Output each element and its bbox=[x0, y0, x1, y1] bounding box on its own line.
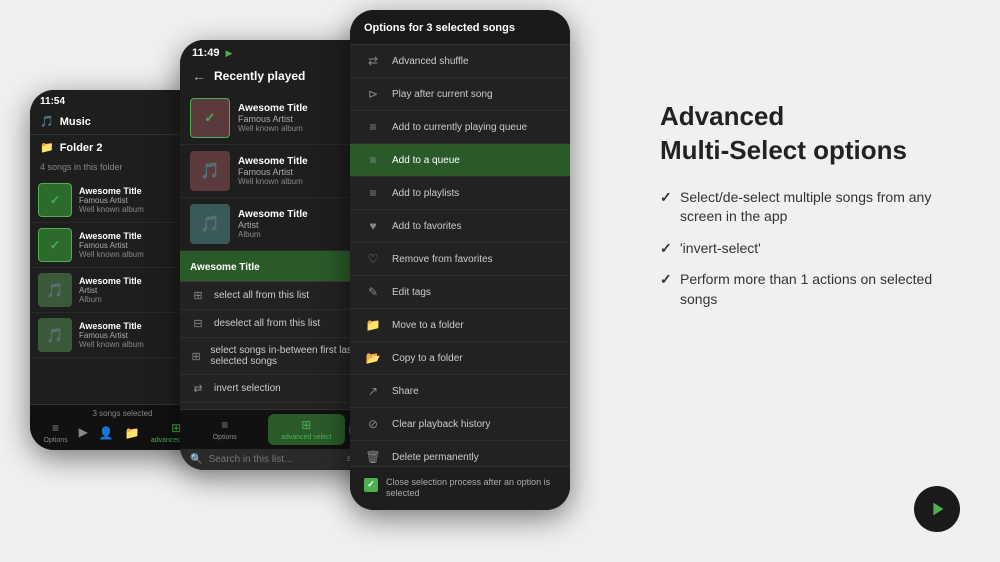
folder-nav-item[interactable]: 📁 bbox=[125, 426, 140, 440]
advanced-shuffle-item[interactable]: ⇄ Advanced shuffle bbox=[350, 45, 570, 78]
select-all-icon: ⊞ bbox=[190, 289, 206, 302]
phone-2-header-title: Recently played bbox=[214, 69, 361, 83]
add-to-favorites-item[interactable]: ♥ Add to favorites bbox=[350, 210, 570, 243]
add-queue-icon: ≡ bbox=[364, 153, 382, 167]
phone-2-time: 11:49 bbox=[192, 47, 220, 59]
heart-full-icon: ♥ bbox=[364, 219, 382, 233]
invert-selection-icon: ⇄ bbox=[190, 382, 206, 395]
share-item[interactable]: ↗ Share bbox=[350, 375, 570, 408]
deselect-all-label: deselect all from this list bbox=[214, 318, 320, 329]
copy-folder-icon: 📂 bbox=[364, 351, 382, 365]
search-input[interactable] bbox=[208, 454, 340, 465]
deselect-all-icon: ⊟ bbox=[190, 317, 206, 330]
invert-selection-label: invert selection bbox=[214, 383, 281, 394]
move-to-folder-item[interactable]: 📁 Move to a folder bbox=[350, 309, 570, 342]
phone-2-advanced-select-btn[interactable]: ⊞ advanced select bbox=[268, 414, 346, 445]
album-art: ✓ bbox=[38, 183, 72, 217]
play-icon: ▶ bbox=[226, 48, 233, 59]
play-after-item[interactable]: ⊳ Play after current song bbox=[350, 78, 570, 111]
feature-item-3: Perform more than 1 actions on selected … bbox=[660, 270, 960, 309]
album-art: ✓ bbox=[38, 228, 72, 262]
phones-area: 11:54 ▶ 🎵 Music 📁 Folder 2 4 songs in th… bbox=[20, 0, 640, 562]
playlist-icon: ≡ bbox=[364, 186, 382, 200]
share-icon: ↗ bbox=[364, 384, 382, 398]
add-to-queue-item[interactable]: ≡ Add to a queue bbox=[350, 144, 570, 177]
select-between-icon: ⊞ bbox=[190, 350, 202, 363]
music-icon: 🎵 bbox=[40, 115, 54, 128]
queue-icon: ≡ bbox=[364, 120, 382, 134]
delete-icon: 🗑 bbox=[364, 450, 382, 464]
checkbox-checked[interactable]: ✓ bbox=[364, 478, 378, 492]
app-logo bbox=[914, 486, 960, 532]
profile-nav-item[interactable]: 👤 bbox=[99, 426, 114, 440]
clear-history-item[interactable]: ⊘ Clear playback history bbox=[350, 408, 570, 441]
phone-1-time: 11:54 bbox=[40, 96, 65, 107]
move-folder-icon: 📁 bbox=[364, 318, 382, 332]
copy-to-folder-item[interactable]: 📂 Copy to a folder bbox=[350, 342, 570, 375]
feature-list: Select/de-select multiple songs from any… bbox=[660, 188, 960, 310]
album-art: 🎵 bbox=[38, 318, 72, 352]
select-all-label: select all from this list bbox=[214, 290, 309, 301]
add-to-playing-queue-item[interactable]: ≡ Add to currently playing queue bbox=[350, 111, 570, 144]
search-icon: 🔍 bbox=[190, 454, 202, 465]
feature-heading: Advanced Multi-Select options bbox=[660, 100, 960, 168]
folder-name: Folder 2 bbox=[60, 142, 103, 154]
phone-3-screen: Options for 3 selected songs ⇄ Advanced … bbox=[350, 10, 570, 510]
phone-2-options-btn[interactable]: ≡ Options bbox=[186, 414, 264, 445]
feature-item-1: Select/de-select multiple songs from any… bbox=[660, 188, 960, 227]
right-panel: Advanced Multi-Select options Select/de-… bbox=[660, 100, 960, 322]
current-song-title: Awesome Title bbox=[190, 262, 260, 273]
phone-1-header-title: Music bbox=[60, 116, 91, 128]
add-to-playlists-item[interactable]: ≡ Add to playlists bbox=[350, 177, 570, 210]
close-after-action-label: Close selection process after an option … bbox=[386, 477, 556, 500]
album-art: 🎵 bbox=[38, 273, 72, 307]
heart-empty-icon: ♡ bbox=[364, 252, 382, 266]
remove-from-favorites-item[interactable]: ♡ Remove from favorites bbox=[350, 243, 570, 276]
play-nav-item[interactable]: ▶ bbox=[79, 425, 88, 441]
options-list: ⇄ Advanced shuffle ⊳ Play after current … bbox=[350, 45, 570, 466]
album-art: 🎵 bbox=[190, 151, 230, 191]
folder-icon: 📁 bbox=[40, 141, 54, 154]
options-header: Options for 3 selected songs bbox=[350, 10, 570, 45]
options-nav-item[interactable]: ≡ Options bbox=[44, 421, 68, 444]
phone-3: Options for 3 selected songs ⇄ Advanced … bbox=[350, 10, 570, 510]
edit-tags-item[interactable]: ✎ Edit tags bbox=[350, 276, 570, 309]
feature-item-2: 'invert-select' bbox=[660, 239, 960, 259]
history-icon: ⊘ bbox=[364, 417, 382, 431]
play-next-icon: ⊳ bbox=[364, 87, 382, 101]
delete-item[interactable]: 🗑 Delete permanently bbox=[350, 441, 570, 466]
shuffle-icon: ⇄ bbox=[364, 54, 382, 68]
album-art: 🎵 bbox=[190, 204, 230, 244]
album-art: ✓ bbox=[190, 98, 230, 138]
back-button[interactable]: ← bbox=[192, 68, 206, 84]
close-after-action-row[interactable]: ✓ Close selection process after an optio… bbox=[350, 466, 570, 510]
edit-icon: ✎ bbox=[364, 285, 382, 299]
